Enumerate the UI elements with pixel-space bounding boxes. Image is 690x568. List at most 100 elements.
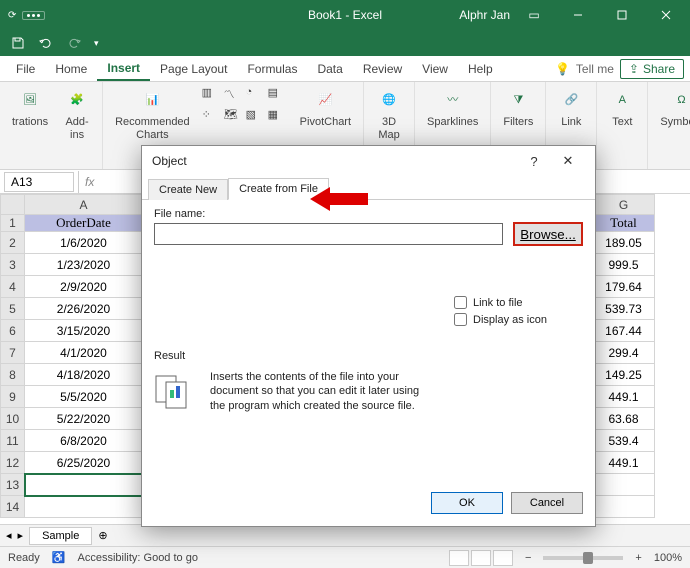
share-button[interactable]: ⇪Share: [620, 59, 684, 79]
table-cell[interactable]: 5/5/2020: [25, 386, 143, 408]
tab-insert[interactable]: Insert: [97, 56, 150, 81]
tab-create-from-file[interactable]: Create from File: [228, 178, 329, 200]
table-cell[interactable]: 4/18/2020: [25, 364, 143, 386]
tab-review[interactable]: Review: [353, 56, 412, 81]
stock-chart-icon[interactable]: ▧: [246, 108, 266, 128]
recommended-charts-button[interactable]: 📊Recommended Charts: [111, 86, 194, 144]
sheet-tab[interactable]: Sample: [29, 527, 92, 545]
dialog-close-button[interactable]: ✕: [551, 153, 585, 169]
table-cell[interactable]: 6/25/2020: [25, 452, 143, 474]
maximize-button[interactable]: [602, 0, 642, 30]
header-cell-orderdate[interactable]: OrderDate: [25, 215, 143, 232]
zoom-out-button[interactable]: −: [525, 552, 531, 564]
qat-dropdown-icon[interactable]: ▾: [94, 38, 99, 49]
pie-chart-icon[interactable]: ◔: [246, 86, 266, 106]
object-dialog: Object ? ✕ Create New Create from File F…: [141, 145, 596, 527]
minimize-button[interactable]: [558, 0, 598, 30]
table-cell[interactable]: 449.1: [593, 452, 655, 474]
text-button[interactable]: AText: [605, 86, 639, 131]
sparklines-button[interactable]: 〰Sparklines: [423, 86, 482, 131]
name-box[interactable]: A13: [4, 172, 74, 192]
normal-view-button[interactable]: [449, 550, 469, 566]
close-button[interactable]: [646, 0, 686, 30]
table-cell[interactable]: 6/8/2020: [25, 430, 143, 452]
link-button[interactable]: 🔗Link: [554, 86, 588, 131]
fx-icon: fx: [85, 175, 94, 189]
table-cell[interactable]: 2/9/2020: [25, 276, 143, 298]
accessibility-status: Accessibility: Good to go: [78, 552, 198, 564]
table-cell[interactable]: 63.68: [593, 408, 655, 430]
table-cell[interactable]: 179.64: [593, 276, 655, 298]
col-header-a[interactable]: A: [25, 195, 143, 215]
redo-icon[interactable]: [66, 35, 82, 51]
undo-icon[interactable]: [38, 35, 54, 51]
autosave-icon: ⟳: [8, 10, 16, 21]
cancel-button[interactable]: Cancel: [511, 492, 583, 514]
tab-create-new[interactable]: Create New: [148, 179, 228, 200]
new-sheet-button[interactable]: ⊕: [98, 529, 107, 542]
page-break-view-button[interactable]: [493, 550, 513, 566]
tab-formulas[interactable]: Formulas: [237, 56, 307, 81]
scatter-chart-icon[interactable]: ⁘: [202, 108, 222, 128]
symbols-button[interactable]: ΩSymbols: [656, 86, 690, 131]
combo-chart-icon[interactable]: ▦: [268, 108, 288, 128]
filters-button[interactable]: ⧩Filters: [499, 86, 537, 131]
help-button[interactable]: ?: [517, 154, 551, 169]
ok-button[interactable]: OK: [431, 492, 503, 514]
tab-home[interactable]: Home: [45, 56, 97, 81]
result-icon: [154, 370, 194, 410]
display-as-icon-checkbox[interactable]: [454, 313, 467, 326]
table-cell[interactable]: 449.1: [593, 386, 655, 408]
table-cell[interactable]: 539.4: [593, 430, 655, 452]
active-cell[interactable]: [25, 474, 143, 496]
link-to-file-checkbox[interactable]: [454, 296, 467, 309]
table-cell[interactable]: 999.5: [593, 254, 655, 276]
tab-page-layout[interactable]: Page Layout: [150, 56, 237, 81]
ribbon-display-icon[interactable]: ▭: [514, 0, 554, 30]
table-cell[interactable]: 189.05: [593, 232, 655, 254]
bar-chart-icon[interactable]: ▥: [202, 86, 222, 106]
table-cell[interactable]: 1/23/2020: [25, 254, 143, 276]
zoom-in-button[interactable]: +: [635, 552, 641, 564]
lightbulb-icon: 💡: [555, 62, 570, 76]
table-cell[interactable]: 167.44: [593, 320, 655, 342]
file-name-input[interactable]: [154, 223, 503, 245]
save-icon[interactable]: [10, 35, 26, 51]
tab-file[interactable]: File: [6, 56, 45, 81]
col-header-g[interactable]: G: [593, 195, 655, 215]
pivotchart-icon: 📈: [312, 88, 338, 114]
pivotchart-button[interactable]: 📈PivotChart: [296, 86, 355, 131]
3d-map-button[interactable]: 🌐3D Map: [372, 86, 406, 144]
tab-view[interactable]: View: [412, 56, 458, 81]
table-cell[interactable]: 3/15/2020: [25, 320, 143, 342]
browse-button[interactable]: Browse...: [513, 222, 583, 246]
addins-button[interactable]: 🧩Add- ins: [60, 86, 94, 144]
line-chart-icon[interactable]: 〽: [224, 86, 244, 106]
link-icon: 🔗: [558, 88, 584, 114]
table-cell[interactable]: 5/22/2020: [25, 408, 143, 430]
illustrations-button[interactable]: 🖼trations: [8, 86, 52, 131]
menu-dots[interactable]: [22, 11, 45, 20]
tell-me[interactable]: Tell me: [576, 62, 614, 76]
table-cell[interactable]: 299.4: [593, 342, 655, 364]
table-cell[interactable]: 1/6/2020: [25, 232, 143, 254]
filter-icon: ⧩: [505, 88, 531, 114]
tab-data[interactable]: Data: [307, 56, 352, 81]
sheet-nav-next[interactable]: ▸: [18, 529, 24, 542]
hierarchy-chart-icon[interactable]: ▤: [268, 86, 288, 106]
zoom-level[interactable]: 100%: [654, 552, 682, 564]
table-cell[interactable]: 149.25: [593, 364, 655, 386]
zoom-slider[interactable]: [543, 556, 623, 560]
page-layout-view-button[interactable]: [471, 550, 491, 566]
sheet-nav-prev[interactable]: ◂: [6, 529, 12, 542]
header-cell-total[interactable]: Total: [593, 215, 655, 232]
text-icon: A: [609, 88, 635, 114]
table-cell[interactable]: 4/1/2020: [25, 342, 143, 364]
table-cell[interactable]: 539.73: [593, 298, 655, 320]
map-chart-icon[interactable]: 🗺: [224, 108, 244, 128]
chart-icon: 📊: [139, 88, 165, 114]
table-cell[interactable]: 2/26/2020: [25, 298, 143, 320]
tab-help[interactable]: Help: [458, 56, 503, 81]
chart-type-grid[interactable]: ▥ 〽 ◔ ▤ ⁘ 🗺 ▧ ▦: [202, 86, 288, 128]
globe-icon: 🌐: [376, 88, 402, 114]
